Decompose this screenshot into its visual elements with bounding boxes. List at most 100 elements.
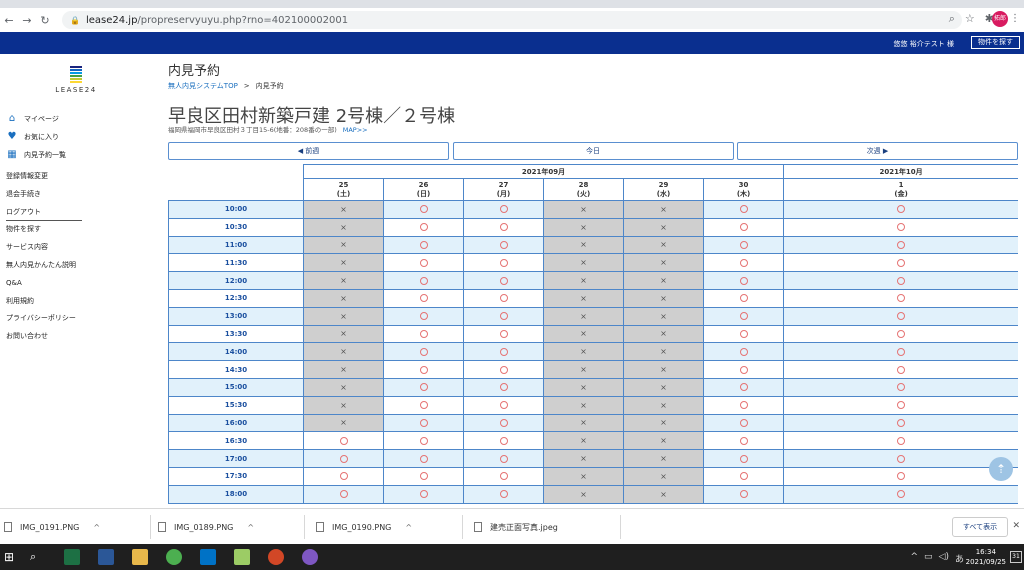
file-explorer-icon[interactable] bbox=[132, 549, 148, 565]
available-slot[interactable] bbox=[383, 484, 464, 504]
sidebar-link[interactable]: 登録情報変更 bbox=[6, 168, 82, 186]
available-slot[interactable] bbox=[463, 288, 544, 308]
available-slot[interactable] bbox=[702, 395, 785, 415]
outlook-icon[interactable] bbox=[200, 549, 216, 565]
sidebar-item-home[interactable]: ⌂ マイページ bbox=[6, 110, 66, 128]
available-slot[interactable] bbox=[383, 431, 464, 451]
available-slot[interactable] bbox=[783, 413, 1018, 433]
available-slot[interactable] bbox=[463, 306, 544, 326]
chrome-icon[interactable] bbox=[166, 549, 182, 565]
address-bar[interactable]: 🔒 lease24.jp/propreservyuyu.php?rno=4021… bbox=[62, 11, 962, 29]
available-slot[interactable] bbox=[702, 342, 785, 362]
available-slot[interactable] bbox=[383, 306, 464, 326]
available-slot[interactable] bbox=[783, 395, 1018, 415]
network-icon[interactable]: ▭ bbox=[924, 552, 933, 565]
available-slot[interactable] bbox=[783, 484, 1018, 504]
available-slot[interactable] bbox=[783, 306, 1018, 326]
available-slot[interactable] bbox=[463, 377, 544, 397]
available-slot[interactable] bbox=[383, 395, 464, 415]
available-slot[interactable] bbox=[383, 324, 464, 344]
available-slot[interactable] bbox=[383, 413, 464, 433]
map-link[interactable]: MAP>> bbox=[343, 126, 368, 134]
excel-icon[interactable] bbox=[64, 549, 80, 565]
available-slot[interactable] bbox=[463, 413, 544, 433]
notification-icon[interactable]: 31 bbox=[1010, 551, 1022, 563]
profile-avatar[interactable]: 拓郎 bbox=[992, 11, 1008, 27]
available-slot[interactable] bbox=[303, 484, 384, 504]
available-slot[interactable] bbox=[702, 288, 785, 308]
available-slot[interactable] bbox=[783, 324, 1018, 344]
available-slot[interactable] bbox=[702, 200, 785, 219]
available-slot[interactable] bbox=[702, 449, 785, 468]
available-slot[interactable] bbox=[383, 466, 464, 486]
available-slot[interactable] bbox=[463, 360, 544, 379]
available-slot[interactable] bbox=[463, 395, 544, 415]
forward-icon[interactable]: → bbox=[18, 14, 36, 27]
available-slot[interactable] bbox=[463, 253, 544, 273]
breadcrumb-link-top[interactable]: 無人内見システムTOP bbox=[168, 82, 238, 90]
available-slot[interactable] bbox=[463, 217, 544, 237]
word-icon[interactable] bbox=[98, 549, 114, 565]
available-slot[interactable] bbox=[463, 466, 544, 486]
available-slot[interactable] bbox=[383, 235, 464, 255]
available-slot[interactable] bbox=[383, 253, 464, 273]
sidebar-link[interactable]: プライバシーポリシー bbox=[6, 310, 82, 328]
lease24-logo[interactable]: LEASE24 bbox=[52, 66, 100, 94]
download-item[interactable]: IMG_0189.PNG ^ bbox=[158, 518, 254, 536]
available-slot[interactable] bbox=[702, 253, 785, 273]
available-slot[interactable] bbox=[783, 431, 1018, 451]
available-slot[interactable] bbox=[783, 449, 1018, 468]
available-slot[interactable] bbox=[702, 413, 785, 433]
scroll-to-top-button[interactable]: ⇡ bbox=[989, 457, 1013, 481]
available-slot[interactable] bbox=[383, 200, 464, 219]
next-week-button[interactable]: 次週 ▶ bbox=[737, 142, 1018, 160]
windows-start-icon[interactable]: ⊞ bbox=[4, 549, 20, 565]
available-slot[interactable] bbox=[702, 306, 785, 326]
download-item[interactable]: IMG_0191.PNG ^ bbox=[4, 518, 100, 536]
available-slot[interactable] bbox=[702, 484, 785, 504]
available-slot[interactable] bbox=[303, 449, 384, 468]
available-slot[interactable] bbox=[783, 466, 1018, 486]
back-icon[interactable]: ← bbox=[0, 14, 18, 27]
chevron-up-icon[interactable]: ^ bbox=[910, 552, 918, 565]
available-slot[interactable] bbox=[783, 342, 1018, 362]
show-all-downloads-button[interactable]: すべて表示 bbox=[952, 517, 1008, 537]
prev-week-button[interactable]: ◀ 前週 bbox=[168, 142, 449, 160]
available-slot[interactable] bbox=[783, 377, 1018, 397]
chevron-up-icon[interactable]: ^ bbox=[247, 523, 254, 532]
available-slot[interactable] bbox=[383, 377, 464, 397]
sidebar-link[interactable]: 利用規約 bbox=[6, 293, 82, 311]
available-slot[interactable] bbox=[702, 235, 785, 255]
available-slot[interactable] bbox=[383, 449, 464, 468]
available-slot[interactable] bbox=[383, 217, 464, 237]
available-slot[interactable] bbox=[783, 288, 1018, 308]
available-slot[interactable] bbox=[383, 342, 464, 362]
powerpoint-icon[interactable] bbox=[268, 549, 284, 565]
sidebar-item-heart[interactable]: ♥ お気に入り bbox=[6, 128, 66, 146]
available-slot[interactable] bbox=[783, 271, 1018, 290]
available-slot[interactable] bbox=[702, 324, 785, 344]
available-slot[interactable] bbox=[303, 431, 384, 451]
sidebar-link[interactable]: お問い合わせ bbox=[6, 328, 82, 346]
sidebar-link[interactable]: 物件を探す bbox=[6, 221, 82, 239]
available-slot[interactable] bbox=[463, 271, 544, 290]
available-slot[interactable] bbox=[463, 235, 544, 255]
zoom-icon[interactable]: ⌕ bbox=[949, 12, 955, 26]
available-slot[interactable] bbox=[383, 271, 464, 290]
available-slot[interactable] bbox=[463, 200, 544, 219]
search-icon[interactable]: ⌕ bbox=[30, 549, 46, 565]
available-slot[interactable] bbox=[783, 200, 1018, 219]
volume-icon[interactable]: ◁) bbox=[939, 552, 949, 565]
today-button[interactable]: 今日 bbox=[452, 142, 734, 160]
available-slot[interactable] bbox=[702, 360, 785, 379]
search-property-button[interactable]: 物件を探す bbox=[971, 36, 1020, 49]
chevron-up-icon[interactable]: ^ bbox=[405, 523, 412, 532]
browser-menu-icon[interactable]: ⋮ bbox=[1010, 13, 1020, 24]
sidebar-item-building[interactable]: ▦ 内見予約一覧 bbox=[6, 146, 66, 164]
available-slot[interactable] bbox=[303, 466, 384, 486]
available-slot[interactable] bbox=[783, 253, 1018, 273]
sidebar-link[interactable]: Q&A bbox=[6, 275, 82, 293]
available-slot[interactable] bbox=[383, 360, 464, 379]
available-slot[interactable] bbox=[702, 466, 785, 486]
available-slot[interactable] bbox=[783, 360, 1018, 379]
